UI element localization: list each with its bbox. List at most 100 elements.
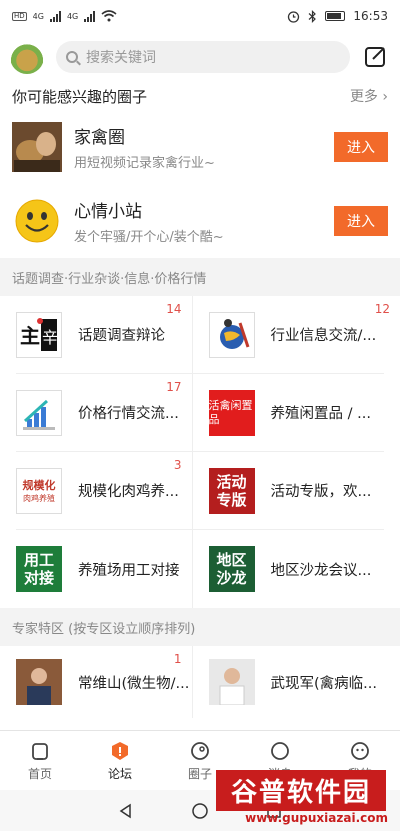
network-type-1: 4G [32,11,44,21]
unread-badge: 12 [374,302,390,316]
enter-button[interactable]: 进入 [334,206,388,236]
expert-avatar [16,659,62,705]
forum-price[interactable]: 价格行情交流... 17 [16,374,192,451]
tab-home[interactable]: 首页 [0,731,80,790]
grid-row: 规模化 肉鸡养殖 规模化肉鸡养... 3 活动专版 活动专版，欢... [16,452,384,530]
cell-label: 价格行情交流... [78,406,179,422]
topics-section-header: 话题调查·行业杂谈·信息·价格行情 [0,258,400,296]
avatar [16,659,62,705]
unread-badge: 14 [166,302,182,316]
forum-jobs[interactable]: 用工对接 养殖场用工对接 [16,530,192,608]
jobs-thumbnail: 用工对接 [16,546,62,592]
cell-label: 地区沙龙会议... [270,562,372,579]
unread-badge: 17 [166,380,182,394]
circle-thumbnail [12,122,62,172]
signal-icon-2 [84,10,96,22]
debate-thumbnail: 主 辛 [16,311,62,358]
status-bar: HD 4G 4G 16:53 [0,0,400,32]
grid-row: 用工对接 养殖场用工对接 地区沙龙 地区沙龙会议... [16,530,384,608]
expert-item[interactable]: 武现军(禽病临... [191,646,385,718]
status-right: 16:53 [287,9,388,23]
circle-name: 心情小站 [74,202,142,222]
compose-button[interactable] [362,43,390,71]
circle-item[interactable]: 家禽圈 用短视频记录家禽行业~ 进入 [0,110,400,184]
status-left: HD 4G 4G [12,10,117,22]
bluetooth-icon [309,9,317,23]
profile-icon [351,741,369,760]
circle-item[interactable]: 心情小站 发个牢骚/开个心/装个酷~ 进入 [0,184,400,258]
salon-thumbnail: 地区沙龙 [208,546,255,592]
recommend-title: 你可能感兴趣的圈子 [12,87,148,106]
forum-salon[interactable]: 地区沙龙 地区沙龙会议... [191,530,385,608]
circle-info: 家禽圈 用短视频记录家禽行业~ [62,123,334,171]
tab-label: 论坛 [107,766,132,781]
cell-label: 话题调查辩论 [78,328,165,344]
experts-section-header: 专家特区 (按专区设立顺序排列) [0,608,400,646]
grid-row: 主 辛 话题调查辩论 14 行业信息交流/... 12 [16,296,390,374]
cell-label: 规模化肉鸡养... [78,484,179,500]
recommend-header: 你可能感兴趣的圈子 更多 › [0,82,400,110]
cell-label: 行业信息交流/... [270,328,377,344]
grid-row: 价格行情交流... 17 活禽闲置品 养殖闲置品 / ... [16,374,384,452]
home-nav-icon[interactable] [191,802,209,820]
cell-label: 活动专版，欢... [270,484,372,500]
idle-goods-thumbnail: 活禽闲置品 [208,389,255,436]
avatar [208,659,255,705]
forum-idle-goods[interactable]: 活禽闲置品 养殖闲置品 / ... [191,374,385,451]
unread-badge: 1 [173,652,182,666]
forum-icon [112,741,128,760]
circle-desc: 用短视频记录家禽行业~ [74,156,215,171]
chart-icon [17,390,61,435]
message-icon [271,741,289,760]
svg-text:主: 主 [20,324,40,348]
industry-thumbnail [208,311,255,358]
expert-item[interactable]: 常维山(微生物/... 1 [16,646,192,718]
debate-icon: 主 辛 [17,312,61,357]
watermark-url: www.gupuxiazai.com [245,811,388,825]
circle-info: 心情小站 发个牢骚/开个心/装个酷~ [62,197,334,245]
search-placeholder: 搜索关键词 [86,50,156,66]
more-link[interactable]: 更多 › [350,86,388,106]
watermark-title: 谷普软件园 [216,770,386,811]
alarm-icon [288,10,300,23]
cell-label: 常维山(微生物/... [78,675,190,692]
forum-industry-info[interactable]: 行业信息交流/... 12 [191,296,390,373]
cell-label: 武现军(禽病临... [270,675,377,692]
events-thumbnail: 活动专版 [208,467,255,514]
search-input[interactable]: 搜索关键词 [56,41,350,73]
price-thumbnail [16,389,62,436]
signal-icon [49,10,61,22]
circle-icon [191,741,209,760]
battery-icon [325,11,346,21]
back-icon[interactable] [118,803,134,819]
top-bar: 搜索关键词 [0,32,400,82]
forum-debate[interactable]: 主 辛 话题调查辩论 14 [16,296,192,373]
edit-icon [365,47,385,67]
network-type-2: 4G [66,11,79,21]
broiler-thumbnail: 规模化 肉鸡养殖 [16,467,62,514]
watermark: 谷普软件园 www.gupuxiazai.com [216,770,396,826]
globe-icon [209,312,254,357]
wifi-icon [101,10,117,22]
search-icon [66,51,78,63]
smiley-icon [12,196,62,246]
tab-label: 首页 [27,766,52,781]
tab-forum[interactable]: 论坛 [80,731,160,790]
home-icon [32,742,48,760]
tab-label: 圈子 [187,766,212,781]
circle-desc: 发个牢骚/开个心/装个酷~ [74,230,224,245]
cell-label: 养殖闲置品 / ... [270,406,371,422]
forum-events[interactable]: 活动专版 活动专版，欢... [191,452,385,529]
clock: 16:53 [353,9,388,23]
thumb-text: 地区沙龙 [216,551,247,587]
hd-icon: HD [12,11,27,21]
app-logo[interactable] [10,40,44,74]
forum-broiler[interactable]: 规模化 肉鸡养殖 规模化肉鸡养... 3 [16,452,192,529]
svg-text:辛: 辛 [42,328,58,347]
enter-button[interactable]: 进入 [334,132,388,162]
poultry-image [12,122,62,172]
experts-row: 常维山(微生物/... 1 武现军(禽病临... [0,646,400,718]
thumb-text: 用工对接 [23,551,54,587]
thumb-text: 活动专版 [216,472,247,509]
circle-thumbnail [12,196,62,246]
